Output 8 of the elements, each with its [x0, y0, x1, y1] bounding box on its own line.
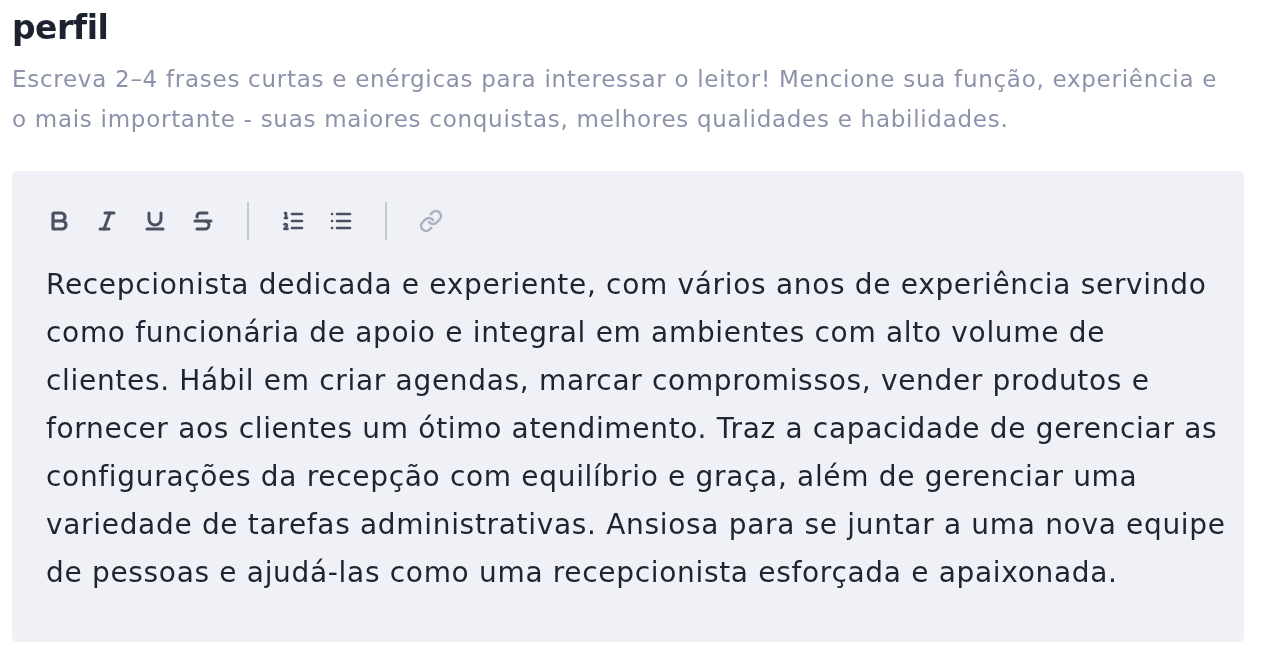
profile-text: Recepcionista dedicada e experiente, com vários anos de experiência servindo como funcionária de apoio e integral em ambientes com alto volume de clientes. Hábil em criar agendas, marcar compromissos, vender produtos e fornecer aos clientes um ótimo atendimento. Traz a capacidade de gerenciar as configurações da recepção com equilíbrio e graça, além de gerenciar uma variedade de tarefas administrativas. Ansiosa para se juntar a uma nova equipe de pessoas e ajudá-las como uma recepcionista esforçada e apaixonada. [46, 267, 1227, 591]
underline-icon [143, 209, 167, 233]
text-editor[interactable] [12, 171, 1244, 642]
section-title: perfil [12, 7, 109, 49]
link-icon [419, 209, 443, 233]
hint-text: Escreva 2–4 frases curtas e enérgicas para interessar o leitor! Mencione sua função, experiência e o mais importante - suas maiores conquistas, melhores qualidades e habilidades. [12, 65, 1219, 134]
strikethrough-icon [191, 209, 215, 233]
numbered-list-icon [281, 209, 305, 233]
